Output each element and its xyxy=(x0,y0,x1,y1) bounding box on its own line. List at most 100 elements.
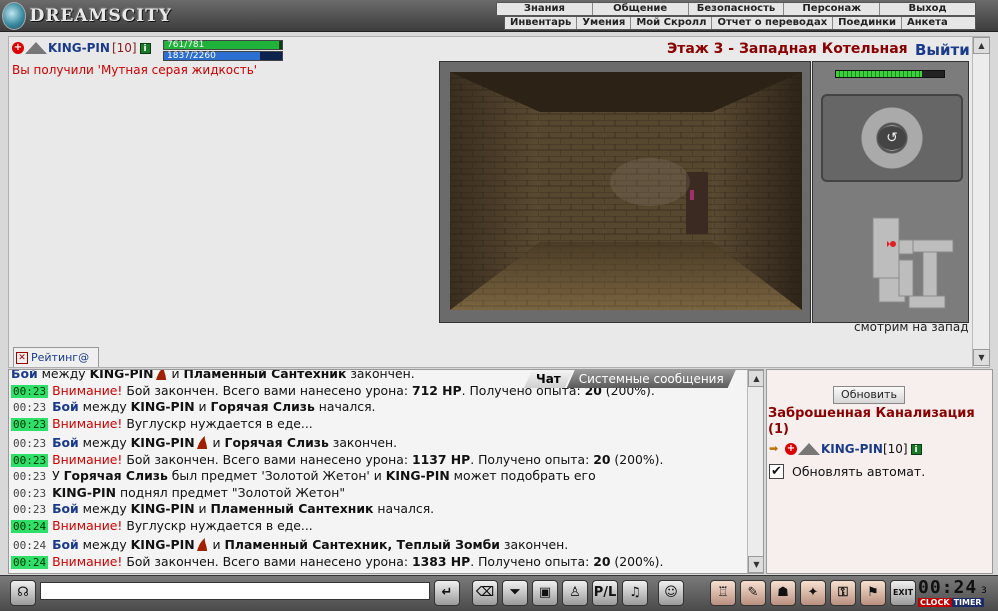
auto-refresh-label: Обновлять автомат. xyxy=(792,464,926,479)
clan-emblem-icon xyxy=(25,42,47,54)
area-player-entry[interactable]: ➡ + KING-PIN [10] i xyxy=(769,442,922,456)
area-player-level: [10] xyxy=(882,442,908,456)
walk-man-icon[interactable]: ♙ xyxy=(562,580,588,606)
save-disk-icon[interactable]: ▣ xyxy=(532,580,558,606)
chat-line: 00:23 Бой между KING-PIN и Горячая Слизь… xyxy=(11,399,747,416)
chat-timestamp[interactable]: 00:24 xyxy=(11,519,49,533)
filter-icon[interactable]: ⏷ xyxy=(502,580,528,606)
chat-log[interactable]: Бой между KING-PIN и Пламенный Сантехник… xyxy=(8,369,764,574)
chat-text: Внимание! xyxy=(48,382,123,398)
tab-system-messages[interactable]: Системные сообщения xyxy=(567,370,736,388)
chat-text: Бой закончен. Всего вами нанесено урона: xyxy=(122,553,412,569)
menu-exit[interactable]: Выход xyxy=(880,3,975,15)
chat-text: Пламенный Сантехник, Теплый Зомби xyxy=(224,537,500,552)
player-name[interactable]: KING-PIN xyxy=(48,41,110,55)
helmet-icon[interactable]: ☗ xyxy=(770,580,796,606)
chat-text: У xyxy=(48,468,64,483)
chat-text: между xyxy=(78,537,131,552)
menu-transfer-report[interactable]: Отчет о переводах xyxy=(712,17,834,29)
mana-bar: 1837/2260 xyxy=(163,51,283,61)
book-icon[interactable]: ✦ xyxy=(800,580,826,606)
exit-link[interactable]: Выйти xyxy=(915,41,970,59)
status-bars: 761/781 1837/2260 xyxy=(163,40,283,62)
chat-text: Пламенный Сантехник xyxy=(183,369,347,381)
chat-timestamp[interactable]: 00:23 xyxy=(11,384,49,398)
location-scrollbar[interactable]: ▲ ▼ xyxy=(972,37,990,367)
chat-text: и xyxy=(194,501,211,516)
menu-communication[interactable]: Общение xyxy=(593,3,689,15)
auto-refresh-option[interactable]: ✔ Обновлять автомат. xyxy=(769,464,925,479)
game-clock: 00:24 3 CLOCK TIMER xyxy=(918,578,996,608)
menu-skills[interactable]: Умения xyxy=(577,17,632,29)
exit-door-icon[interactable]: EXIT xyxy=(890,580,916,606)
chat-scroll-up-icon[interactable]: ▲ xyxy=(748,370,763,387)
chat-timestamp[interactable]: 00:23 xyxy=(11,401,48,414)
location-title: Этаж 3 - Западная Котельная xyxy=(667,41,908,57)
compass-control[interactable]: ↺ xyxy=(821,94,963,182)
private-message-icon[interactable]: ➡ xyxy=(769,443,785,455)
chat-text: KING-PIN xyxy=(52,484,117,500)
music-icon[interactable]: ♫ xyxy=(622,580,648,606)
player-info-icon[interactable]: i xyxy=(139,42,151,54)
medic-cross-icon: + xyxy=(12,42,24,54)
chat-timestamp[interactable]: 00:24 xyxy=(11,555,49,569)
chat-text: Вуглускр нуждается в еде... xyxy=(122,517,313,533)
chat-timestamp[interactable]: 00:23 xyxy=(11,470,48,483)
chat-timestamp[interactable]: 00:23 xyxy=(11,503,48,516)
dungeon-3d-view[interactable] xyxy=(450,72,802,310)
logo-text: DREAMSCITY xyxy=(29,6,172,26)
location-pane: + KING-PIN [10] i 761/781 1837/2260 Вы п… xyxy=(8,36,990,368)
chat-timestamp[interactable]: 00:23 xyxy=(11,453,49,467)
chat-scrollbar[interactable]: ▲ ▼ xyxy=(747,370,763,573)
smiley-icon[interactable]: ☺ xyxy=(658,580,684,606)
scroll-up-icon[interactable]: ▲ xyxy=(973,37,990,54)
menu-knowledge[interactable]: Знания xyxy=(497,3,593,15)
eraser-icon[interactable]: ⌫ xyxy=(472,580,498,606)
energy-bar xyxy=(835,70,945,78)
clock-time: 00:24 xyxy=(918,577,978,598)
send-enter-icon[interactable]: ↵ xyxy=(434,580,460,606)
turn-arrow-icon[interactable]: ↺ xyxy=(878,126,906,150)
chat-timestamp[interactable]: 00:23 xyxy=(11,487,48,500)
scroll-down-icon[interactable]: ▼ xyxy=(973,349,990,366)
chat-timestamp[interactable]: 00:24 xyxy=(11,539,48,552)
rating-tab[interactable]: ✕ Рейтинг@ xyxy=(13,347,99,367)
chat-line: 00:23 Внимание! Вуглускр нуждается в еде… xyxy=(11,416,747,433)
menu-my-scroll[interactable]: Мой Скролл xyxy=(631,17,713,29)
mana-value: 1837/2260 xyxy=(167,51,216,61)
close-icon[interactable]: ✕ xyxy=(16,351,28,364)
menu-character[interactable]: Персонаж xyxy=(784,3,881,15)
menu-inventory[interactable]: Инвентарь xyxy=(505,17,578,29)
chat-text: 1137 HP xyxy=(411,451,471,467)
chat-text: поднял предмет "Золотой Жетон" xyxy=(116,484,346,500)
scroll-map-icon[interactable]: ✎ xyxy=(740,580,766,606)
chat-text: Бой закончен. Всего вами нанесено урона: xyxy=(122,382,412,398)
chat-text: KING-PIN xyxy=(130,537,195,552)
tab-chat[interactable]: Чат xyxy=(524,370,573,388)
chat-text: закончен. xyxy=(346,369,415,381)
chat-scroll-down-icon[interactable]: ▼ xyxy=(748,556,763,573)
menu-profile[interactable]: Анкета xyxy=(902,17,953,29)
chat-text: начался. xyxy=(373,501,435,516)
chat-lines: Бой между KING-PIN и Пламенный Сантехник… xyxy=(11,369,747,570)
flag-icon[interactable]: ⚑ xyxy=(860,580,886,606)
pl-toggle-icon[interactable]: P/L xyxy=(592,580,618,606)
auto-refresh-checkbox[interactable]: ✔ xyxy=(769,464,784,479)
lock-icon[interactable]: ⚿ xyxy=(830,580,856,606)
chat-text: и xyxy=(208,435,225,450)
chat-text: 20 xyxy=(593,553,611,569)
area-player-name[interactable]: KING-PIN xyxy=(821,442,883,456)
chat-speaker-icon[interactable]: ☊ xyxy=(10,580,36,606)
chat-line: 00:23 Бой между KING-PIN и Пламенный Сан… xyxy=(11,501,747,518)
menu-security[interactable]: Безопасность xyxy=(689,3,785,15)
bottle-icon[interactable]: ♖ xyxy=(710,580,736,606)
refresh-button[interactable]: Обновить xyxy=(833,386,905,404)
game-logo[interactable]: DREAMSCITY xyxy=(2,2,172,30)
chat-text: . Получено опыта: xyxy=(470,451,594,467)
minimap[interactable] xyxy=(869,210,959,314)
chat-input[interactable] xyxy=(40,582,430,600)
area-player-info-icon[interactable]: i xyxy=(910,443,922,455)
chat-timestamp[interactable]: 00:23 xyxy=(11,437,48,450)
menu-duels[interactable]: Поединки xyxy=(833,17,902,29)
chat-timestamp[interactable]: 00:23 xyxy=(11,417,49,431)
